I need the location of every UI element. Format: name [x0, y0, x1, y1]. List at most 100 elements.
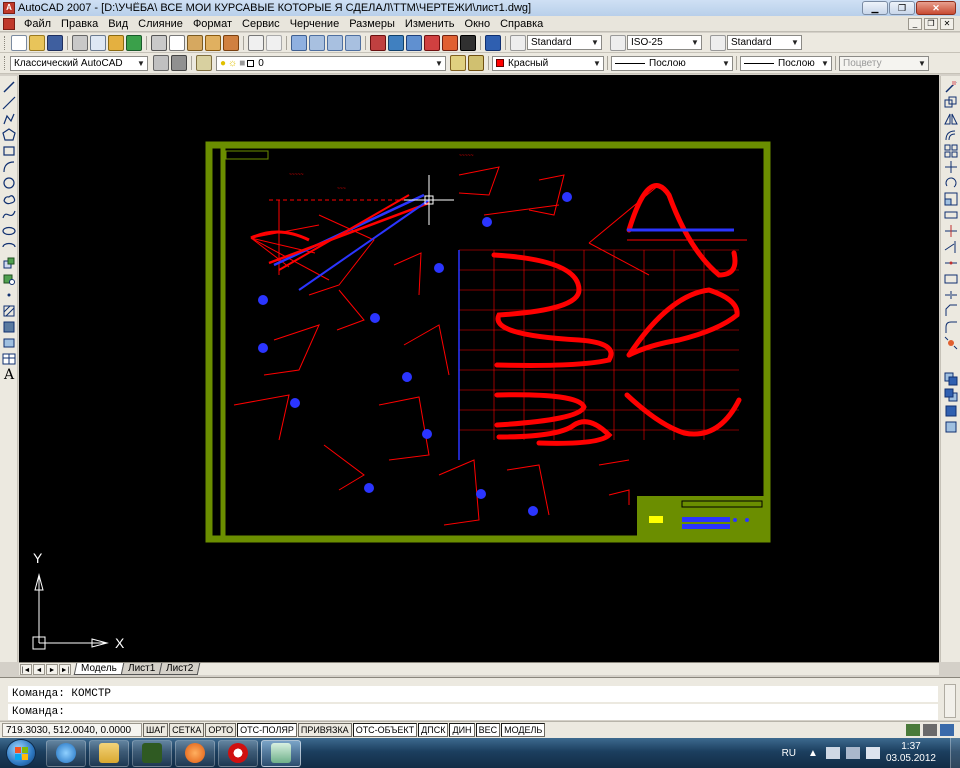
- draw-order-back-icon[interactable]: [944, 388, 958, 402]
- mirror-icon[interactable]: [944, 112, 958, 126]
- first-tab-button[interactable]: |◄: [20, 663, 32, 675]
- undo-icon[interactable]: [248, 34, 264, 51]
- markup-icon[interactable]: [442, 34, 458, 51]
- command-scrollbar[interactable]: [944, 684, 956, 718]
- text-style-icon[interactable]: [510, 34, 526, 51]
- plot-preview-icon[interactable]: [90, 34, 106, 51]
- sheet-set-icon[interactable]: [424, 34, 440, 51]
- lineweight-select[interactable]: Послою ▼: [740, 55, 832, 71]
- tray-settings-icon[interactable]: [940, 724, 954, 736]
- cut-icon[interactable]: [151, 34, 167, 51]
- open-folder-icon[interactable]: [29, 34, 45, 51]
- taskbar-game[interactable]: [132, 739, 172, 767]
- communication-center-icon[interactable]: [906, 724, 920, 736]
- command-input[interactable]: Команда:: [8, 704, 938, 720]
- make-block-icon[interactable]: [2, 272, 16, 286]
- maximize-button[interactable]: ❐: [889, 1, 915, 15]
- workspace-settings-icon[interactable]: [153, 55, 169, 71]
- layer-select[interactable]: ● ☼ ■ 0 ▼: [216, 55, 446, 71]
- menu-edit[interactable]: Правка: [56, 16, 103, 32]
- dim-style-icon[interactable]: [610, 34, 626, 51]
- paste-icon[interactable]: [187, 34, 203, 51]
- zoom-realtime-icon[interactable]: [309, 34, 325, 51]
- workspace-save-icon[interactable]: [171, 55, 187, 71]
- model-toggle[interactable]: МОДЕЛЬ: [501, 723, 546, 737]
- zoom-previous-icon[interactable]: [345, 34, 361, 51]
- linetype-select[interactable]: Послою ▼: [611, 55, 733, 71]
- join-icon[interactable]: [944, 288, 958, 302]
- minimize-button[interactable]: ▁: [862, 1, 888, 15]
- arc-icon[interactable]: [2, 160, 16, 174]
- color-select[interactable]: Красный ▼: [492, 55, 604, 71]
- make-layer-current-icon[interactable]: [450, 55, 466, 71]
- redo-icon[interactable]: [266, 34, 282, 51]
- spline-icon[interactable]: [2, 208, 16, 222]
- menu-merge[interactable]: Слияние: [133, 16, 188, 32]
- hatch-icon[interactable]: [2, 304, 16, 318]
- title-bar[interactable]: A AutoCAD 2007 - [D:\УЧЁБА\ ВСЕ МОИ КУРС…: [0, 0, 960, 16]
- explode-icon[interactable]: [944, 336, 958, 350]
- menu-modify[interactable]: Изменить: [400, 16, 460, 32]
- ducs-toggle[interactable]: ДПСК: [418, 723, 449, 737]
- taskbar-internet-explorer[interactable]: [46, 739, 86, 767]
- drawing-area[interactable]: ~~~~~ ~~~~~ ~~~ Y X: [19, 75, 939, 662]
- polar-toggle[interactable]: ОТС-ПОЛЯР: [237, 723, 297, 737]
- trim-icon[interactable]: [944, 224, 958, 238]
- network-icon[interactable]: [845, 747, 860, 759]
- region-icon[interactable]: [2, 336, 16, 350]
- document-icon[interactable]: [3, 17, 15, 30]
- move-icon[interactable]: [944, 160, 958, 174]
- grid-toggle[interactable]: СЕТКА: [169, 723, 205, 737]
- snap-toggle[interactable]: ШАГ: [143, 723, 169, 737]
- offset-icon[interactable]: [944, 128, 958, 142]
- polygon-icon[interactable]: [2, 128, 16, 142]
- polyline-icon[interactable]: [2, 112, 16, 126]
- tab-model[interactable]: Модель: [73, 663, 125, 675]
- stretch-icon[interactable]: [944, 208, 958, 222]
- menu-help[interactable]: Справка: [495, 16, 548, 32]
- break-at-point-icon[interactable]: [944, 256, 958, 270]
- insert-block-icon[interactable]: [2, 256, 16, 270]
- erase-icon[interactable]: [944, 80, 958, 94]
- chamfer-icon[interactable]: [944, 304, 958, 318]
- taskbar-file-explorer[interactable]: [89, 739, 129, 767]
- toolbar-grip[interactable]: [4, 56, 7, 70]
- line-icon[interactable]: [2, 80, 16, 94]
- action-center-icon[interactable]: [825, 747, 840, 759]
- menu-view[interactable]: Вид: [103, 16, 133, 32]
- array-icon[interactable]: [944, 144, 958, 158]
- rectangle-icon[interactable]: [2, 144, 16, 158]
- menu-file[interactable]: Файл: [19, 16, 56, 32]
- menu-dimension[interactable]: Размеры: [344, 16, 400, 32]
- layer-previous-icon[interactable]: [468, 55, 484, 71]
- clock[interactable]: 1:37 03.05.2012: [886, 741, 936, 765]
- workspace-select[interactable]: Классический AutoCAD ▼: [10, 55, 148, 71]
- layer-manager-icon[interactable]: [196, 55, 212, 71]
- taskbar-media-player[interactable]: [175, 739, 215, 767]
- tab-sheet2[interactable]: Лист2: [158, 663, 201, 675]
- zoom-window-icon[interactable]: [327, 34, 343, 51]
- draw-order-above-icon[interactable]: [944, 404, 958, 418]
- prev-tab-button[interactable]: ◄: [33, 663, 45, 675]
- volume-icon[interactable]: [865, 747, 880, 759]
- block-editor-icon[interactable]: [223, 34, 239, 51]
- autocad-app-icon[interactable]: A: [3, 2, 15, 14]
- break-icon[interactable]: [944, 272, 958, 286]
- multiline-text-icon[interactable]: A: [2, 368, 16, 382]
- circle-icon[interactable]: [2, 176, 16, 190]
- show-desktop-button[interactable]: [950, 738, 960, 768]
- menu-format[interactable]: Формат: [188, 16, 237, 32]
- save-icon[interactable]: [47, 34, 63, 51]
- menu-draw[interactable]: Черчение: [285, 16, 345, 32]
- osnap-toggle[interactable]: ПРИВЯЗКА: [297, 723, 352, 737]
- table-style-select[interactable]: Standard ▼: [727, 35, 802, 50]
- dyn-toggle[interactable]: ДИН: [449, 723, 475, 737]
- calculator-icon[interactable]: [460, 34, 476, 51]
- last-tab-button[interactable]: ►|: [59, 663, 71, 675]
- lwt-toggle[interactable]: ВЕС: [475, 723, 501, 737]
- gradient-icon[interactable]: [2, 320, 16, 334]
- table-style-icon[interactable]: [710, 34, 726, 51]
- ortho-toggle[interactable]: ОРТО: [205, 723, 237, 737]
- print-icon[interactable]: [72, 34, 88, 51]
- otrack-toggle[interactable]: ОТС-ОБЪЕКТ: [352, 723, 418, 737]
